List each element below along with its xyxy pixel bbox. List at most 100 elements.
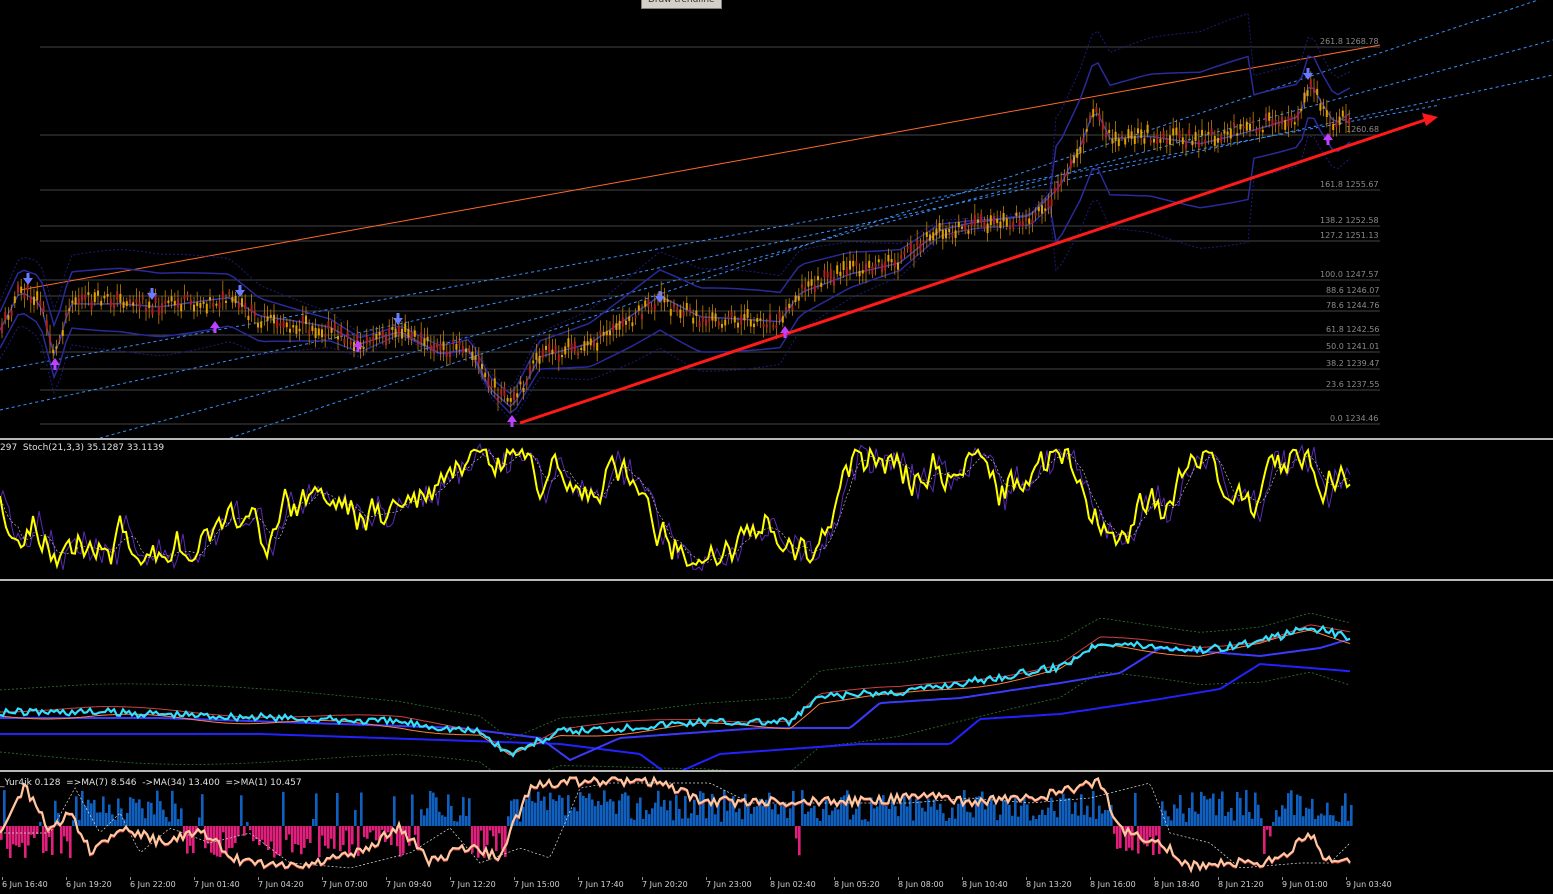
candle-body [1133, 135, 1136, 144]
candle-body [429, 345, 432, 350]
price-chart[interactable]: 261.8 1268.78 1260.68 161.8 1255.67 138.2 1… [0, 0, 1553, 438]
histogram-bar-negative [333, 826, 336, 849]
candle-body [1249, 123, 1251, 131]
histogram-bar-positive [162, 809, 165, 826]
time-label: 7 Jun 07:00 [322, 880, 368, 889]
candle-body [170, 296, 173, 302]
yur4ik-pane[interactable]: _Yur4ik 0.128 =>MA(7) 8.546 ->MA(34) 13.… [0, 773, 1553, 877]
fib-level-label: 38.2 1239.47 [1326, 359, 1379, 368]
candle-body [132, 302, 135, 306]
yur4ik-histogram-chart[interactable] [0, 773, 1553, 877]
moving-average-pane[interactable] [0, 582, 1553, 770]
candle-body [1095, 107, 1098, 113]
histogram-bar-positive [1251, 818, 1254, 826]
candle-body [740, 314, 743, 325]
candle-body [1021, 221, 1024, 227]
candle-body [593, 340, 595, 347]
histogram-bar-positive [1065, 798, 1068, 826]
histogram-bar-negative [297, 826, 300, 845]
candle-body [311, 325, 314, 332]
candle-body [263, 313, 266, 316]
histogram-bar-positive [1089, 817, 1092, 826]
candle-body [1242, 126, 1245, 129]
histogram-bar-positive [972, 817, 975, 826]
histogram-bar-positive [1344, 793, 1347, 826]
histogram-bar-negative [477, 826, 480, 858]
time-axis: 6 Jun 16:40 6 Jun 19:20 6 Jun 22:00 7 Jun 0… [0, 877, 1553, 894]
price-chart-pane[interactable]: 261.8 1268.78 1260.68 161.8 1255.67 138.2 1… [0, 0, 1553, 438]
candle-body [852, 260, 855, 267]
pane-separator[interactable] [0, 438, 1553, 440]
candle-body [1156, 134, 1159, 144]
candle-body [237, 303, 240, 309]
candle-body [500, 389, 503, 395]
candle-body [839, 271, 842, 276]
pane-separator[interactable] [0, 579, 1553, 581]
candle-body [849, 260, 851, 270]
histogram-bar-positive [1023, 796, 1026, 826]
histogram-bar-negative [234, 826, 237, 843]
histogram-bar-negative [318, 826, 321, 858]
medium-ma-line [0, 638, 1351, 762]
histogram-bar-negative [21, 826, 24, 843]
candle-body [1268, 112, 1271, 121]
candle-body [122, 301, 125, 308]
candle-body [317, 328, 320, 336]
candle-body [833, 277, 835, 286]
candle-body [250, 304, 253, 312]
histogram-bar-positive [852, 814, 855, 826]
candle-body [125, 301, 128, 306]
time-label: 8 Jun 08:00 [898, 880, 944, 889]
histogram-bar-positive [426, 808, 429, 826]
candle-body [951, 233, 954, 236]
histogram-bar-positive [1248, 811, 1251, 826]
candle-body [845, 267, 848, 277]
candle-body [554, 345, 557, 354]
candle-body [228, 292, 231, 295]
candle-body [1236, 133, 1239, 136]
stochastic-chart[interactable] [0, 441, 1553, 579]
candle-body [743, 314, 746, 321]
histogram-bar-positive [876, 806, 879, 826]
candle-body [241, 298, 243, 307]
histogram-bar-negative [291, 826, 294, 853]
histogram-bar-negative [351, 826, 354, 845]
candle-body [151, 306, 154, 315]
candle-body [465, 348, 467, 353]
histogram-bar-negative [1149, 826, 1152, 838]
histogram-bar-negative [1119, 826, 1122, 849]
candle-body [509, 398, 512, 402]
candle-body [55, 346, 58, 349]
stochastic-pane[interactable]: 297 Stoch(21,3,3) 35.1287 33.1139 [0, 441, 1553, 579]
candle-body [794, 295, 797, 302]
candle-body [1261, 129, 1264, 133]
histogram-bar-negative [207, 826, 210, 844]
candle-body [1306, 90, 1309, 97]
histogram-bar-positive [750, 813, 753, 826]
histogram-bar-negative [480, 826, 483, 831]
candle-body [257, 322, 259, 328]
histogram-bar-positive [180, 808, 183, 826]
candle-body [589, 338, 592, 346]
histogram-bar-positive [954, 818, 957, 826]
candle-body [71, 300, 74, 304]
histogram-bar-positive [1302, 816, 1305, 826]
histogram-bar-positive [900, 803, 903, 826]
histogram-bar-positive [825, 799, 828, 826]
candle-body [1213, 136, 1216, 146]
candle-body [218, 302, 221, 309]
histogram-bar-negative [228, 826, 231, 849]
candle-body [77, 298, 80, 305]
histogram-bar-negative [327, 826, 330, 849]
candle-body [714, 313, 717, 322]
histogram-bar-positive [708, 802, 711, 826]
moving-average-chart[interactable] [0, 582, 1553, 770]
histogram-bar-positive [1290, 790, 1293, 826]
histogram-bar-positive [165, 817, 168, 826]
pane-separator[interactable] [0, 770, 1553, 772]
histogram-bar-negative [309, 826, 312, 843]
histogram-bar-positive [561, 797, 564, 826]
histogram-bar-positive [831, 810, 834, 826]
candle-body [1101, 121, 1104, 130]
candle-body [391, 326, 394, 330]
